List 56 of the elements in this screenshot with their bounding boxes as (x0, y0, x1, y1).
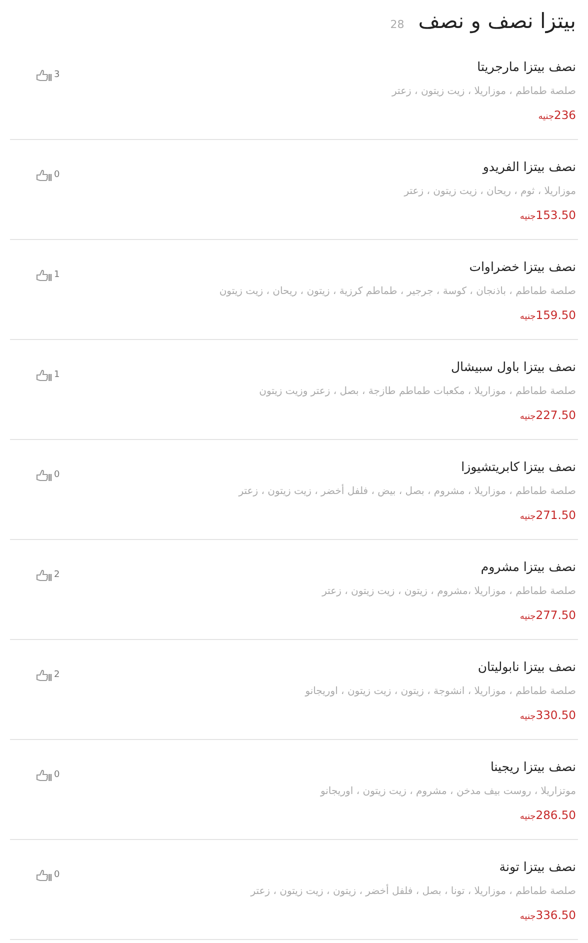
item-price: 336.50 (536, 907, 576, 923)
item-ingredients: صلصة طماطم ، موزاريلا ، زيت زيتون ، زعتر (392, 85, 576, 99)
item-ingredients: صلصة طماطم ، موزاريلا ، تونا ، بصل ، فلفل أخضر ، زيتون ، زيت زيتون ، زعتر (250, 884, 576, 899)
item-ingredients: موتزاريلا ، روست بيف مدخن ، مشروم ، زيت زيتون ، اوريجانو (320, 785, 576, 799)
thumbs-up-icon[interactable] (36, 268, 52, 282)
thumbs-up-icon[interactable] (36, 668, 52, 682)
thumbs-up-icon[interactable] (36, 368, 52, 382)
currency-label: جنيه (520, 711, 536, 724)
item-price: 277.50 (536, 607, 576, 623)
item-name: نصف بيتزا مارجريتا (476, 58, 576, 76)
thumbs-up-icon[interactable] (36, 568, 52, 582)
thumbs-up-icon[interactable] (36, 868, 52, 882)
item-ingredients: موزاريلا ، ثوم ، ريحان ، زيت زيتون ، زعتر (404, 185, 576, 199)
item-ingredients: صلصة طماطم ، موزاريلا ، مكعبات طماطم طازجة ، بصل ، زعتر وزيت زيتون (259, 385, 576, 399)
item-name: نصف بيتزا الفريدو (481, 158, 576, 176)
thumbs-up-icon[interactable] (36, 68, 52, 82)
item-price: 236 (554, 107, 576, 123)
item-ingredients: صلصة طماطم ، موزاريلا ، انشوجة ، زيتون ، زيت زيتون ، اوريجانو (305, 685, 576, 699)
item-name: نصف بيتزا ريجينا (489, 758, 576, 776)
item-name: نصف بيتزا مشروم (480, 558, 576, 576)
item-price: 330.50 (536, 707, 576, 723)
item-count: 28 (390, 18, 404, 31)
thumbs-up-icon[interactable] (36, 468, 52, 482)
item-price: 271.50 (536, 507, 576, 523)
like-count: 2 (54, 570, 60, 580)
item-ingredients: صلصة طماطم ، باذنجان ، كوسة ، جرجير ، طماطم كرزية ، زيتون ، ريحان ، زيت زيتون (219, 285, 576, 299)
currency-label: جنيه (520, 411, 536, 424)
category-title: بيتزا نصف و نصف (418, 8, 576, 36)
item-name: نصف بيتزا خضراوات (468, 258, 576, 276)
like-count: 1 (54, 370, 60, 380)
thumbs-up-icon[interactable] (36, 168, 52, 182)
like-count: 0 (54, 170, 60, 180)
item-name: نصف بيتزا تونة (498, 858, 576, 876)
item-price: 153.50 (536, 207, 576, 223)
currency-label: جنيه (520, 811, 536, 824)
currency-label: جنيه (520, 211, 536, 224)
currency-label: جنيه (520, 311, 536, 324)
like-count: 1 (54, 270, 60, 280)
thumbs-up-icon[interactable] (36, 768, 52, 782)
currency-label: جنيه (538, 111, 554, 124)
like-count: 0 (54, 470, 60, 480)
currency-label: جنيه (520, 511, 536, 524)
currency-label: جنيه (520, 611, 536, 624)
item-price: 286.50 (536, 807, 576, 823)
item-ingredients: صلصة طماطم ، موزاريلا ،مشروم ، زيتون ، زيت زيتون ، زعتر (322, 585, 576, 599)
currency-label: جنيه (520, 911, 536, 924)
like-count: 3 (54, 70, 60, 80)
like-count: 0 (54, 870, 60, 880)
item-price: 159.50 (536, 307, 576, 323)
like-count: 2 (54, 670, 60, 680)
item-name: نصف بيتزا نابوليتان (476, 658, 576, 676)
item-price: 227.50 (536, 407, 576, 423)
item-name: نصف بيتزا باول سبيشال (450, 358, 576, 376)
item-ingredients: صلصة طماطم ، موزاريلا ، مشروم ، بصل ، بيض ، فلفل أخضر ، زيت زيتون ، زعتر (238, 484, 576, 499)
item-name: نصف بيتزا كابريتشيوزا (460, 458, 576, 476)
like-count: 0 (54, 770, 60, 780)
